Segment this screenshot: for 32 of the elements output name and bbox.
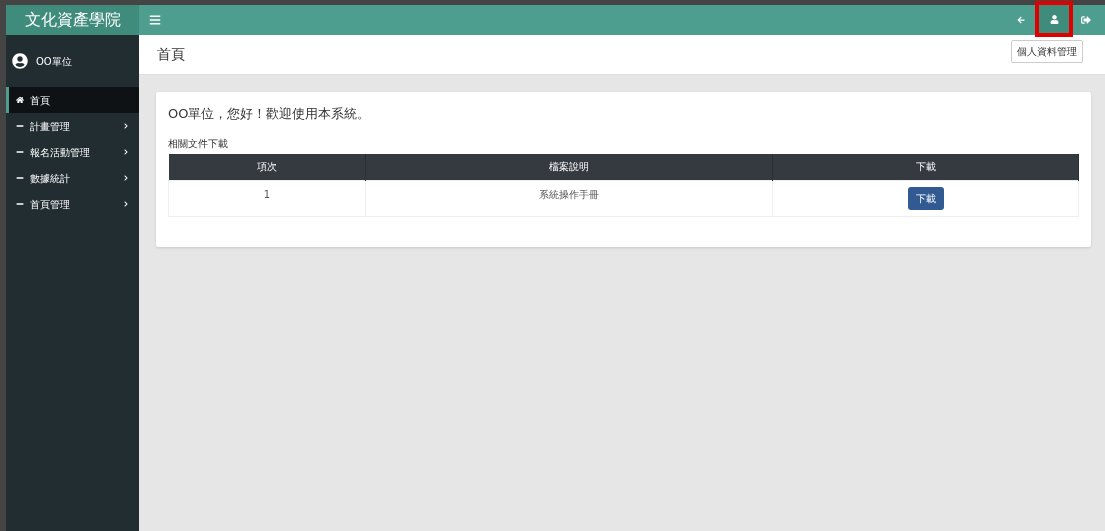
chevron-icon [123,175,129,181]
sidebar-item[interactable]: 報名活動管理 [6,139,139,165]
sidebar-item[interactable]: 計畫管理 [6,113,139,139]
sidebar-item[interactable]: 首頁 [6,87,139,113]
dash-icon [16,174,24,182]
arrow-left-icon[interactable] [1017,16,1025,24]
column-header: 項次 [168,153,366,181]
avatar-icon [12,53,28,69]
home-icon [16,96,24,104]
dash-icon [16,200,24,208]
dash-icon [16,148,24,156]
page-title: 首頁 [157,45,185,64]
chevron-icon [123,201,129,207]
sidebar-item[interactable]: 數據統計 [6,165,139,191]
user-name: OO單位 [36,54,72,69]
column-header: 檔案說明 [365,153,773,181]
section-title: 相關文件下載 [168,136,229,151]
sidebar-item[interactable]: 首頁管理 [6,191,139,217]
menu-icon[interactable] [149,14,161,26]
chevron-icon [123,123,129,129]
download-button[interactable]: 下載 [907,187,944,210]
table-cell: 1 [168,180,366,217]
chevron-icon [123,149,129,155]
brand-logo[interactable]: 文化資產學院 [6,5,139,35]
logout-icon[interactable] [1081,15,1091,25]
profile-highlight[interactable] [1035,1,1073,37]
dash-icon [16,122,24,130]
user-icon [1049,14,1059,24]
column-header: 下載 [772,153,1079,181]
welcome-text: OO單位，您好！歡迎使用本系統。 [168,105,372,123]
tooltip: 個人資料管理 [1011,40,1083,63]
table-cell: 系統操作手冊 [365,180,773,217]
